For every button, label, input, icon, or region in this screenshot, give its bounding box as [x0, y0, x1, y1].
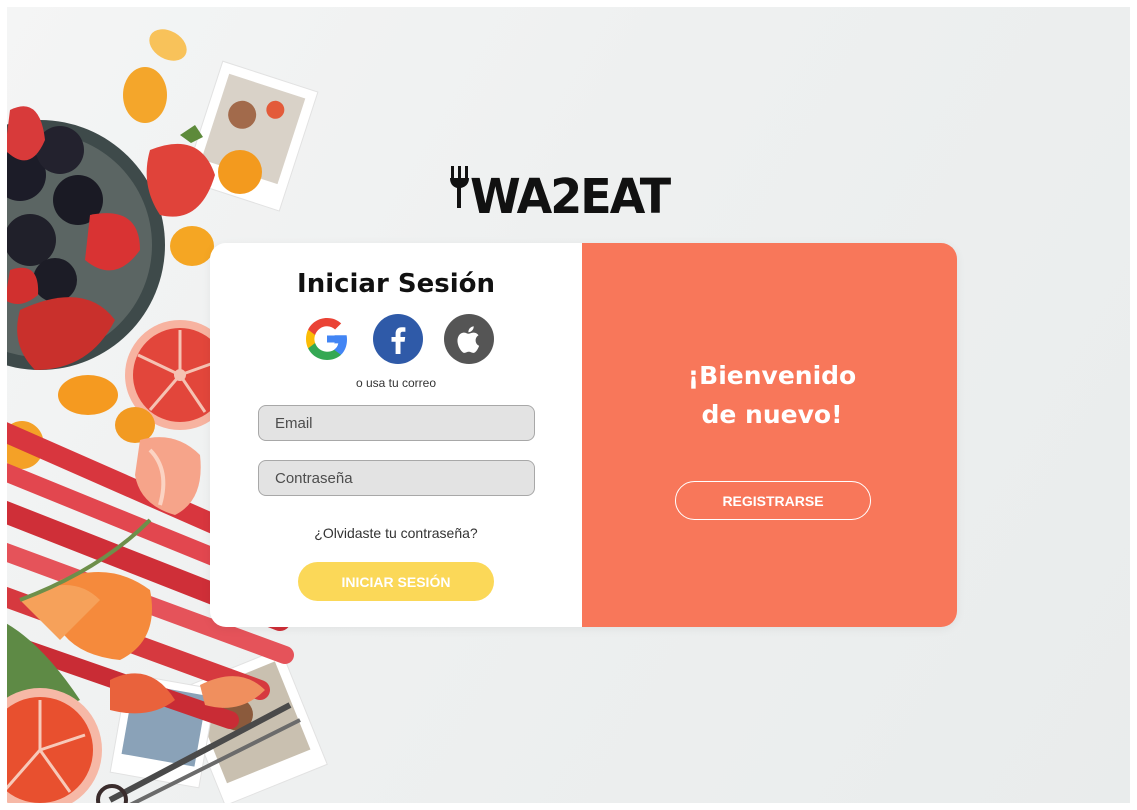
apple-login-button[interactable] [444, 314, 494, 364]
brand-logo-text: WA2EAT [470, 167, 671, 225]
email-divider-text: o usa tu correo [355, 376, 437, 390]
google-login-button[interactable] [302, 314, 352, 364]
welcome-heading-line-2: de nuevo! [701, 400, 843, 429]
email-field[interactable] [258, 405, 535, 441]
google-icon [306, 318, 347, 360]
facebook-login-button[interactable] [373, 314, 423, 364]
login-panel: Iniciar Sesión o usa tu correo Email ¿Ol… [210, 243, 582, 627]
brand-logo: WA2EAT [448, 160, 728, 232]
password-field[interactable] [258, 460, 535, 496]
auth-card: Iniciar Sesión o usa tu correo Email ¿Ol… [210, 243, 957, 627]
apple-icon [444, 314, 494, 364]
forgot-password-link[interactable]: ¿Olvidaste tu contraseña? [210, 525, 582, 541]
welcome-heading-line-1: ¡Bienvenido [687, 361, 857, 390]
login-submit-button[interactable]: INICIAR SESIÓN [298, 562, 494, 601]
social-login-row [302, 313, 494, 365]
register-button[interactable]: REGISTRARSE [675, 481, 871, 520]
welcome-heading: ¡Bienvenido de nuevo! [582, 356, 957, 434]
welcome-panel: ¡Bienvenido de nuevo! REGISTRARSE [582, 243, 957, 627]
facebook-icon [373, 314, 423, 364]
login-title: Iniciar Sesión [297, 269, 495, 299]
